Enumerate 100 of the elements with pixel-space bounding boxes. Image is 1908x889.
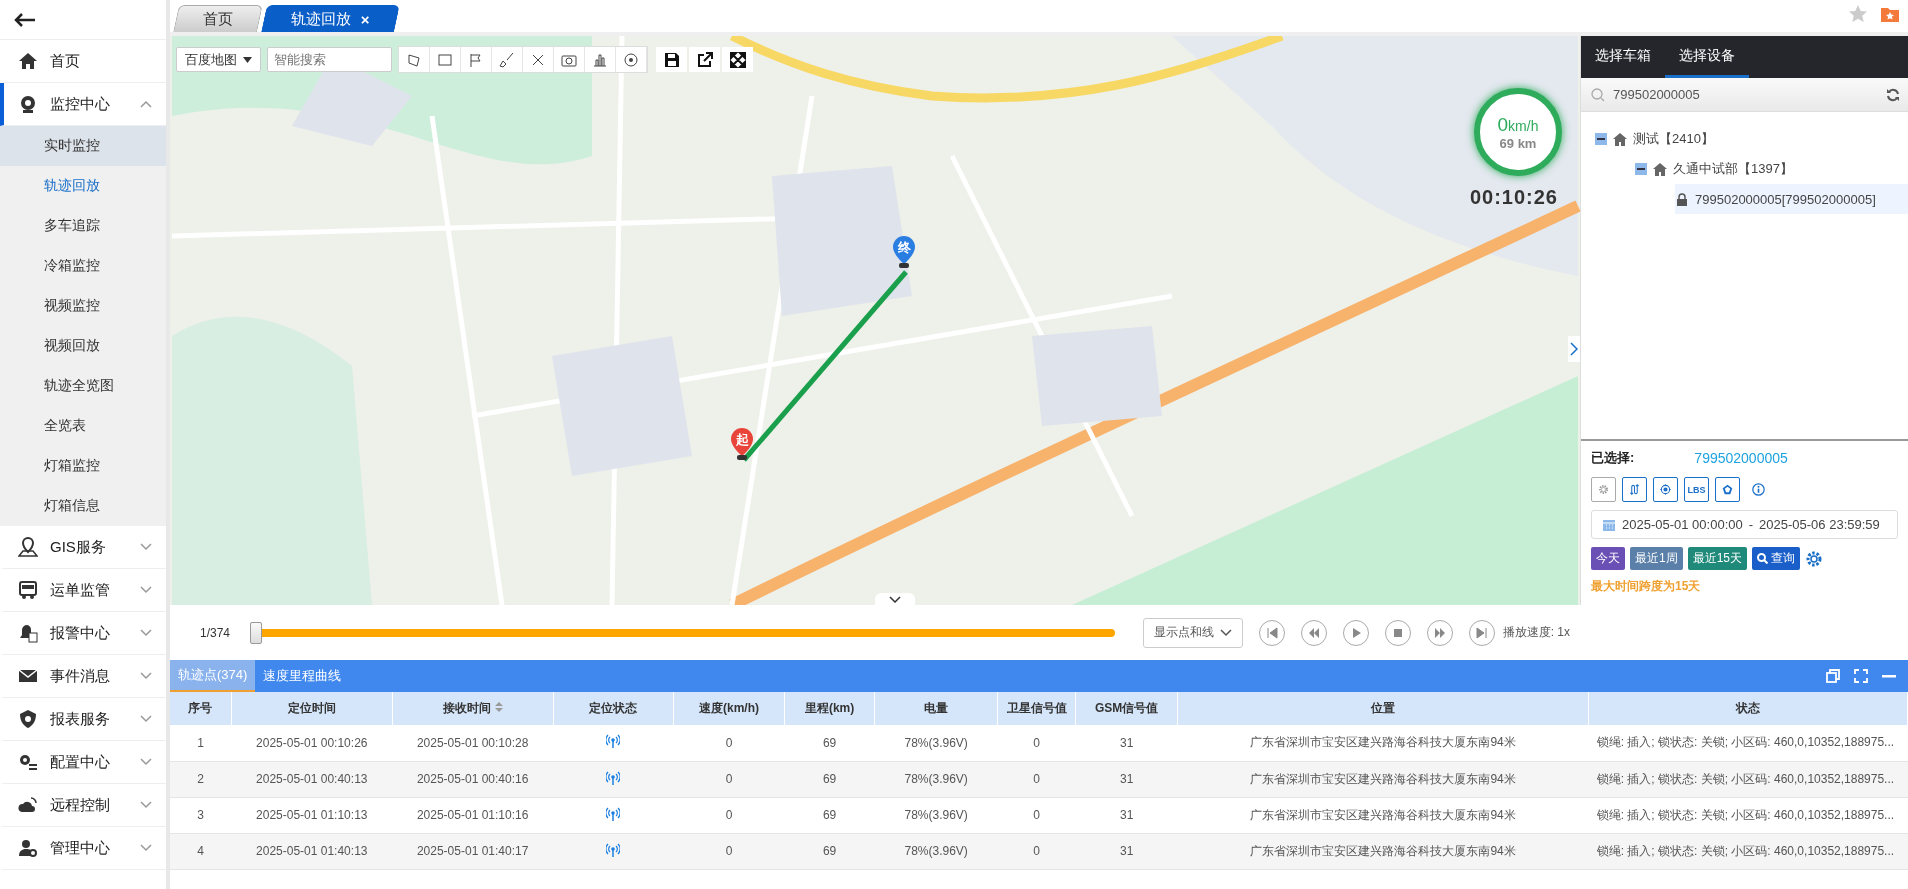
- nav-item[interactable]: 报警中心: [0, 612, 166, 655]
- search-field[interactable]: 智能搜索: [267, 47, 392, 72]
- playback-speed: 播放速度: 1x: [1502, 624, 1570, 641]
- nav-item[interactable]: GIS服务: [0, 526, 166, 569]
- map-type-dropdown[interactable]: 百度地图: [176, 47, 261, 72]
- table-cell: 3: [170, 797, 232, 833]
- collapse-icon[interactable]: [1595, 133, 1607, 145]
- nav-subitem[interactable]: 冷箱监控: [0, 246, 166, 286]
- fast-forward-icon[interactable]: [1433, 626, 1446, 639]
- truck-icon: [18, 580, 38, 600]
- panel-tab[interactable]: 选择车箱: [1581, 36, 1665, 78]
- map-collapse-toggle[interactable]: [875, 593, 915, 605]
- table-cell: 2: [170, 761, 232, 797]
- nav-subitem[interactable]: 灯箱监控: [0, 446, 166, 486]
- progress-slider[interactable]: [250, 620, 1115, 645]
- nav-item[interactable]: 事件消息: [0, 655, 166, 698]
- tree-node[interactable]: 测试【2410】: [1595, 124, 1908, 154]
- caret-icon: [243, 56, 252, 63]
- tree-node[interactable]: 久通中试部【1397】: [1635, 154, 1908, 184]
- shield-icon: [18, 709, 38, 729]
- nav-subitem[interactable]: 轨迹全览图: [0, 366, 166, 406]
- nav-item[interactable]: 管理中心: [0, 827, 166, 870]
- range-button[interactable]: 今天: [1591, 547, 1625, 570]
- chevron-right-icon: [1570, 342, 1578, 356]
- nav-item[interactable]: 首页: [0, 40, 166, 83]
- chevron-icon: [140, 844, 152, 852]
- display-mode-dropdown[interactable]: 显示点和线: [1142, 617, 1243, 648]
- nav-subitem[interactable]: 多车追踪: [0, 206, 166, 246]
- table-cell: 0: [673, 761, 785, 797]
- nav-item[interactable]: 配置中心: [0, 741, 166, 784]
- date-range-field[interactable]: 2025-05-01 00:00:00 - 2025-05-06 23:59:59: [1591, 510, 1898, 539]
- save-icon[interactable]: [663, 51, 680, 68]
- info-icon[interactable]: [1752, 481, 1765, 498]
- nav-subitem[interactable]: 视频回放: [0, 326, 166, 366]
- page-tab[interactable]: 首页: [173, 5, 263, 32]
- rewind-icon[interactable]: [1307, 626, 1320, 639]
- range-button[interactable]: 最近1周: [1630, 547, 1683, 570]
- fullscreen-icon[interactable]: [729, 51, 746, 68]
- home-icon: [18, 51, 38, 71]
- table-cell: 31: [1075, 725, 1178, 761]
- bar-chart-icon[interactable]: [592, 51, 608, 68]
- chevron-icon: [140, 801, 152, 809]
- nav-label: 监控中心: [50, 94, 111, 114]
- share-icon[interactable]: [696, 51, 713, 68]
- nav-item[interactable]: 运单监管: [0, 569, 166, 612]
- back-arrow-icon[interactable]: [14, 12, 36, 27]
- tree-node[interactable]: 799502000005[799502000005]: [1675, 184, 1908, 214]
- lock-icon: [1675, 192, 1689, 206]
- nav-subitem[interactable]: 轨迹回放: [0, 166, 166, 206]
- range-button[interactable]: 最近15天: [1687, 547, 1748, 570]
- nav-subitem[interactable]: 灯箱信息: [0, 486, 166, 526]
- page-tab[interactable]: 轨迹回放 ×: [261, 5, 400, 32]
- column-header: GSM信号值: [1075, 692, 1178, 725]
- table-cell: 0: [673, 797, 785, 833]
- table-cell: 锁绳: 插入; 锁状态: 关锁; 小区码: 460,0,10352,188975...: [1588, 797, 1908, 833]
- crosshair-icon[interactable]: [1660, 481, 1671, 498]
- table-cell: 0: [997, 761, 1076, 797]
- skip-start-icon[interactable]: [1265, 626, 1278, 639]
- table-cell: 69: [784, 725, 875, 761]
- nav-item[interactable]: 报表服务: [0, 698, 166, 741]
- search-button[interactable]: 查询: [1752, 547, 1801, 570]
- stop-icon[interactable]: [1391, 626, 1404, 639]
- settings-icon[interactable]: [1805, 549, 1824, 568]
- hint-text: 最大时间跨度为15天: [1591, 578, 1702, 595]
- close-button[interactable]: ×: [360, 10, 370, 28]
- nav-item[interactable]: 远程控制: [0, 784, 166, 827]
- skip-end-icon[interactable]: [1475, 626, 1488, 639]
- table-cell: 2025-05-01 01:10:16: [392, 797, 554, 833]
- selected-label: 已选择:: [1591, 449, 1635, 467]
- star-icon[interactable]: [1848, 4, 1868, 24]
- polygon-icon[interactable]: [406, 51, 422, 68]
- chevron-icon: [140, 100, 152, 108]
- table-cell: 0: [997, 797, 1076, 833]
- target-icon[interactable]: [623, 51, 639, 68]
- route-icon[interactable]: [1629, 481, 1640, 498]
- collapse-handle[interactable]: [1568, 336, 1580, 362]
- refresh-icon[interactable]: [1886, 87, 1900, 102]
- flag-icon[interactable]: [468, 51, 484, 68]
- nav-subitem[interactable]: 实时监控: [0, 126, 166, 166]
- column-header: 里程(km): [784, 692, 875, 725]
- lbs-button[interactable]: LBS: [1684, 477, 1709, 502]
- table-cell: 4: [170, 833, 232, 869]
- rectangle-icon[interactable]: [437, 51, 453, 68]
- collapse-icon[interactable]: [1635, 163, 1647, 175]
- nav-subitem[interactable]: 全览表: [0, 406, 166, 446]
- restore-icon[interactable]: [1826, 669, 1840, 683]
- nav-label: 首页: [50, 51, 81, 71]
- device-search-field[interactable]: 799502000005: [1581, 78, 1908, 112]
- brush-icon[interactable]: [499, 51, 515, 68]
- table-cell: 广东省深圳市宝安区建兴路海谷科技大厦东南94米: [1177, 797, 1589, 833]
- table-tab[interactable]: 速度里程曲线: [255, 660, 350, 692]
- slider-handle[interactable]: [250, 621, 262, 644]
- table-cell: 0: [673, 833, 785, 869]
- table-cell: 0: [997, 833, 1076, 869]
- nav-subitem[interactable]: 视频监控: [0, 286, 166, 326]
- column-header: 位置: [1177, 692, 1589, 725]
- house-icon: [1613, 132, 1627, 146]
- table-cell: 0: [997, 725, 1076, 761]
- nav-label: GIS服务: [50, 537, 107, 557]
- table-cell: 2025-05-01 01:10:13: [231, 797, 393, 833]
